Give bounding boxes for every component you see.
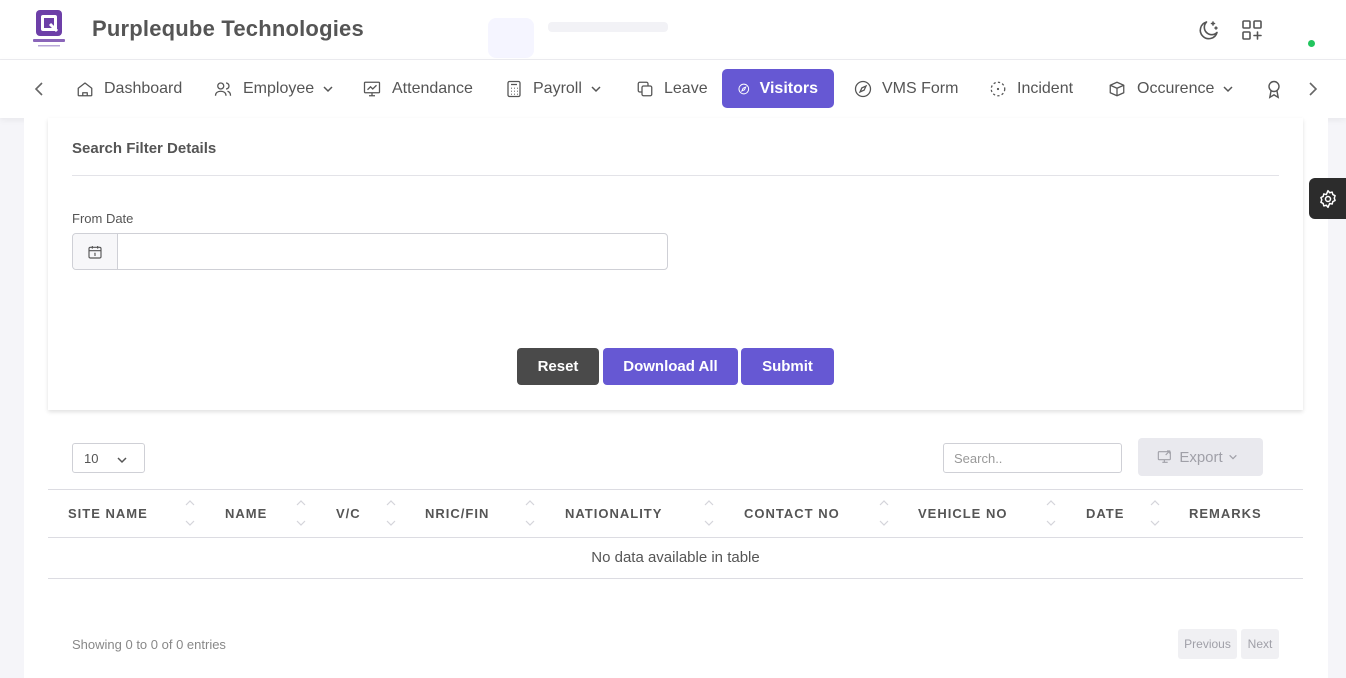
faded-avatar [488, 18, 534, 58]
nav-payroll[interactable]: Payroll [505, 69, 602, 108]
download-all-button[interactable]: Download All [603, 348, 738, 385]
main-navbar: Dashboard Employee Attendance Payroll Le… [0, 60, 1346, 118]
nav-dashboard[interactable]: Dashboard [76, 69, 182, 108]
sort-icon[interactable] [296, 499, 306, 527]
nav-occurence-label: Occurence [1137, 79, 1215, 97]
chevron-down-icon [1228, 454, 1237, 460]
compass-icon [738, 83, 750, 94]
nav-occurence[interactable]: Occurence [1107, 69, 1234, 108]
calendar-icon [88, 245, 102, 259]
nav-leave-label: Leave [664, 79, 708, 97]
chevron-down-icon [323, 85, 333, 92]
export-label: Export [1179, 448, 1223, 466]
table-empty-message: No data available in table [591, 549, 760, 566]
compass-icon [854, 80, 872, 97]
divider [72, 175, 1279, 176]
from-date-input[interactable] [119, 234, 667, 269]
nav-leave[interactable]: Leave [636, 69, 708, 108]
home-icon [77, 81, 93, 96]
nav-dashboard-label: Dashboard [104, 79, 183, 97]
nav-incident[interactable]: Incident [989, 69, 1073, 108]
sort-icon[interactable] [386, 499, 396, 527]
export-button[interactable]: Export [1138, 438, 1263, 476]
previous-page-button[interactable]: Previous [1178, 629, 1237, 659]
gear-icon [1319, 189, 1336, 208]
sort-icon[interactable] [704, 499, 714, 527]
users-icon [214, 81, 232, 96]
box-icon [1109, 81, 1125, 96]
nav-visitors-label: Visitors [759, 79, 818, 97]
col-header-vc[interactable]: V/C [336, 506, 361, 521]
top-header: Purpleqube Technologies [0, 0, 1346, 60]
nav-scroll-right-icon[interactable] [1302, 79, 1322, 99]
col-header-nationality[interactable]: NATIONALITY [565, 506, 662, 521]
from-date-label: From Date [72, 211, 134, 226]
sort-icon[interactable] [1046, 499, 1056, 527]
calculator-icon [507, 80, 521, 97]
page-length-value: 10 [84, 450, 99, 466]
nav-incident-label: Incident [1017, 79, 1074, 97]
nav-employee[interactable]: Employee [213, 69, 334, 108]
sort-icon[interactable] [525, 499, 535, 527]
export-monitor-icon [1158, 450, 1172, 463]
table-bottom-border [48, 578, 1303, 579]
nav-vms-form[interactable]: VMS Form [854, 69, 958, 108]
nav-employee-label: Employee [243, 79, 315, 97]
page-length-select[interactable]: 10 [72, 443, 145, 473]
sort-icon[interactable] [1150, 499, 1160, 527]
from-date-group [72, 233, 668, 270]
nav-awards[interactable] [1264, 69, 1294, 108]
col-header-contact-no[interactable]: CONTACT NO [744, 506, 840, 521]
chevron-down-icon [1223, 85, 1233, 92]
next-page-button[interactable]: Next [1241, 629, 1279, 659]
col-header-date[interactable]: DATE [1086, 506, 1124, 521]
table-search-input[interactable] [943, 443, 1122, 473]
nav-attendance[interactable]: Attendance [362, 69, 473, 108]
nav-payroll-label: Payroll [533, 79, 582, 97]
moon-icon[interactable] [1197, 18, 1221, 42]
online-status-dot [1308, 40, 1315, 47]
brand-logo[interactable] [30, 9, 68, 49]
col-header-nric-fin[interactable]: NRIC/FIN [425, 506, 489, 521]
table-top-border [48, 489, 1303, 490]
submit-button[interactable]: Submit [741, 348, 834, 385]
sort-icon[interactable] [185, 499, 195, 527]
chevron-down-icon [117, 457, 127, 464]
col-header-name[interactable]: NAME [225, 506, 267, 521]
apps-grid-icon[interactable] [1240, 18, 1264, 42]
copy-icon [637, 81, 653, 96]
nav-scroll-left-icon[interactable] [30, 79, 50, 99]
table-info: Showing 0 to 0 of 0 entries [72, 637, 226, 652]
sort-icon[interactable] [879, 499, 889, 527]
faded-placeholder [548, 22, 668, 32]
filter-card-title: Search Filter Details [72, 140, 217, 157]
chevron-down-icon [591, 85, 601, 92]
nav-attendance-label: Attendance [392, 79, 473, 97]
brand-title: Purpleqube Technologies [92, 16, 364, 41]
calendar-addon[interactable] [73, 234, 118, 269]
table-header-border [48, 537, 1303, 538]
reset-button[interactable]: Reset [517, 348, 599, 385]
theme-settings-toggle[interactable] [1309, 178, 1346, 219]
col-header-vehicle-no[interactable]: VEHICLE NO [918, 506, 1007, 521]
focus-icon [990, 81, 1006, 96]
presentation-chart-icon [363, 81, 381, 96]
col-header-remarks[interactable]: REMARKS [1189, 506, 1262, 521]
col-header-site-name[interactable]: SITE NAME [68, 506, 148, 521]
award-icon [1268, 80, 1280, 99]
nav-vms-form-label: VMS Form [882, 79, 959, 97]
nav-visitors[interactable]: Visitors [722, 69, 834, 108]
